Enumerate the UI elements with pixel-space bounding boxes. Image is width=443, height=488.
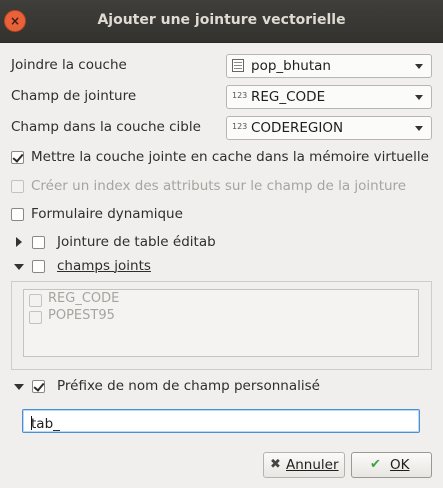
list-item: POPEST95 bbox=[48, 308, 115, 323]
join-field-label: Champ de jointure bbox=[11, 88, 137, 104]
table-icon bbox=[232, 59, 244, 72]
list-item-checkbox bbox=[29, 294, 42, 307]
ok-button[interactable]: ✔ OK bbox=[351, 452, 432, 478]
chevron-down-icon bbox=[415, 95, 423, 100]
prefix-value: tab_ bbox=[31, 416, 60, 432]
index-checkbox bbox=[11, 180, 24, 193]
title-bar[interactable]: × Ajouter une jointure vectorielle bbox=[0, 0, 443, 43]
check-icon: ✔ bbox=[370, 457, 381, 472]
index-label: Créer un index des attributs sur le cham… bbox=[31, 178, 407, 194]
prefix-checkbox[interactable] bbox=[32, 380, 45, 393]
joined-fields-list: REG_CODE POPEST95 bbox=[23, 289, 419, 357]
join-layer-value: pop_bhutan bbox=[251, 58, 331, 74]
join-field-combo[interactable]: 123 REG_CODE bbox=[226, 85, 432, 109]
join-layer-label: Joindre la couche bbox=[11, 57, 127, 73]
ok-label: OK bbox=[390, 457, 410, 473]
expand-arrow-icon[interactable] bbox=[16, 237, 22, 247]
text-caret bbox=[31, 416, 32, 430]
prefix-label[interactable]: Préfixe de nom de champ personnalisé bbox=[57, 378, 320, 394]
chevron-down-icon bbox=[415, 126, 423, 131]
join-layer-combo[interactable]: pop_bhutan bbox=[226, 54, 432, 78]
cancel-icon: ✖ bbox=[270, 457, 281, 472]
cache-label[interactable]: Mettre la couche jointe en cache dans la… bbox=[31, 149, 429, 165]
cancel-label: Annuler bbox=[286, 457, 339, 473]
join-field-value: REG_CODE bbox=[251, 89, 326, 105]
prefix-input[interactable]: tab_ bbox=[22, 409, 420, 433]
cache-checkbox[interactable] bbox=[11, 151, 24, 164]
numeric-type-icon: 123 bbox=[232, 122, 248, 131]
dialog-title: Ajouter une jointure vectorielle bbox=[97, 12, 346, 28]
collapse-arrow-icon[interactable] bbox=[14, 264, 24, 270]
joined-fields-checkbox[interactable] bbox=[32, 260, 45, 273]
editable-join-label[interactable]: Jointure de table éditab bbox=[57, 234, 216, 250]
editable-join-checkbox[interactable] bbox=[32, 236, 45, 249]
target-field-label: Champ dans la couche cible bbox=[11, 119, 201, 135]
target-field-value: CODEREGION bbox=[251, 120, 344, 136]
cancel-button[interactable]: ✖ Annuler bbox=[263, 452, 345, 478]
numeric-type-icon: 123 bbox=[232, 91, 248, 100]
chevron-down-icon bbox=[415, 64, 423, 69]
dynamic-form-label[interactable]: Formulaire dynamique bbox=[31, 206, 183, 222]
list-item-checkbox bbox=[29, 311, 42, 324]
collapse-arrow-icon[interactable] bbox=[14, 384, 24, 390]
list-item: REG_CODE bbox=[48, 291, 120, 306]
dynamic-form-checkbox[interactable] bbox=[11, 208, 24, 221]
joined-fields-label[interactable]: champs joints bbox=[57, 258, 151, 274]
target-field-combo[interactable]: 123 CODEREGION bbox=[226, 116, 432, 140]
join-dialog: × Ajouter une jointure vectorielle Joind… bbox=[0, 0, 443, 488]
